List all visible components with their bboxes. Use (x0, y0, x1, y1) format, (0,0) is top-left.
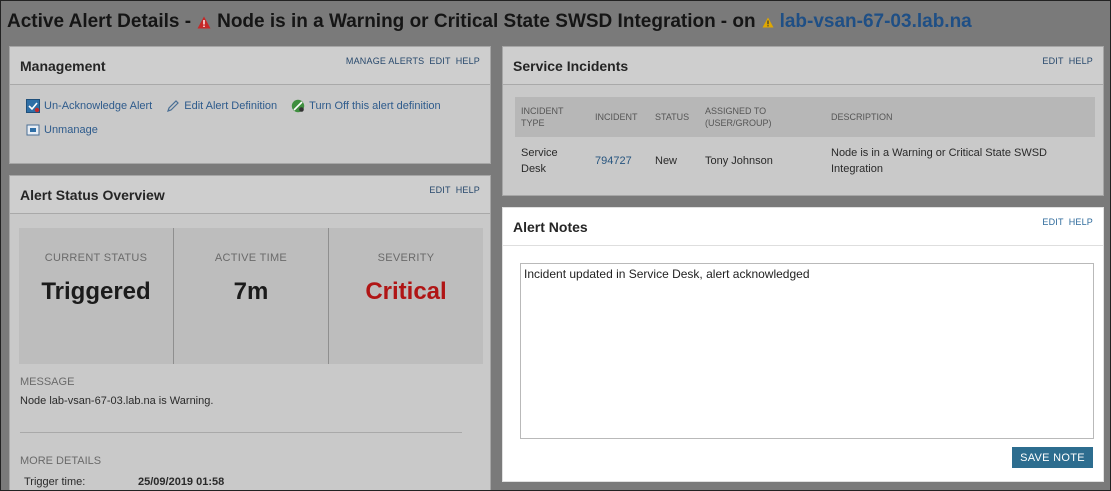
node-link[interactable]: lab-vsan-67-03.lab.na (780, 11, 972, 33)
management-edit-link[interactable]: EDIT (429, 56, 450, 66)
notes-textarea[interactable]: Incident updated in Service Desk, alert … (520, 263, 1094, 439)
unacknowledge-icon (26, 99, 40, 113)
edit-alert-definition-action[interactable]: Edit Alert Definition (166, 99, 277, 113)
current-status-stat: CURRENT STATUS Triggered (19, 228, 173, 364)
col-description: DESCRIPTION (825, 97, 1095, 137)
incidents-header-links: EDIT HELP (1042, 56, 1093, 66)
small-warning-icon (762, 17, 774, 28)
message-text: Node lab-vsan-67-03.lab.na is Warning. (20, 395, 214, 407)
status-help-link[interactable]: HELP (456, 185, 480, 195)
incident-description-cell: Node is in a Warning or Critical State S… (831, 147, 1047, 175)
turn-off-alert-action[interactable]: Turn Off this alert definition (291, 99, 441, 113)
alert-status-panel: Alert Status Overview EDIT HELP CURRENT … (9, 175, 491, 490)
incidents-edit-link[interactable]: EDIT (1042, 56, 1063, 66)
notes-header-links: EDIT HELP (1042, 217, 1093, 227)
warning-triangle-icon (197, 16, 211, 29)
alert-status-header: Alert Status Overview EDIT HELP (10, 176, 490, 214)
title-prefix: Active Alert Details - (7, 11, 192, 32)
management-header: Management MANAGE ALERTS EDIT HELP (10, 47, 490, 85)
incidents-help-link[interactable]: HELP (1069, 56, 1093, 66)
management-panel: Management MANAGE ALERTS EDIT HELP Un-Ac… (9, 46, 491, 164)
service-incidents-header: Service Incidents EDIT HELP (503, 47, 1103, 85)
unacknowledge-label: Un-Acknowledge Alert (44, 100, 153, 112)
alert-notes-title: Alert Notes (513, 218, 588, 235)
active-time-label: ACTIVE TIME (214, 252, 288, 264)
management-help-link[interactable]: HELP (456, 56, 480, 66)
manage-alerts-link[interactable]: MANAGE ALERTS (346, 56, 424, 66)
alert-status-header-links: EDIT HELP (429, 185, 480, 195)
title-alert-name: Node is in a Warning or Critical State S… (217, 11, 716, 32)
incidents-header-row: INCIDENT TYPE INCIDENT STATUS ASSIGNED TO… (515, 97, 1095, 137)
edit-alert-definition-label: Edit Alert Definition (184, 100, 278, 112)
unmanage-label: Unmanage (44, 124, 98, 136)
alert-notes-header: Alert Notes EDIT HELP (503, 208, 1103, 246)
incident-status-cell: New (655, 155, 678, 167)
status-edit-link[interactable]: EDIT (429, 185, 450, 195)
unacknowledge-alert-action[interactable]: Un-Acknowledge Alert (26, 99, 152, 113)
severity-stat: SEVERITY Critical (328, 228, 483, 364)
unmanage-action[interactable]: Unmanage (26, 123, 98, 137)
incident-number-link[interactable]: 794727 (589, 137, 649, 185)
severity-label: SEVERITY (377, 252, 435, 264)
title-on: - on (720, 11, 756, 32)
notes-help-link[interactable]: HELP (1069, 217, 1093, 227)
service-incidents-title: Service Incidents (513, 57, 629, 74)
severity-value: Critical (365, 278, 447, 305)
pencil-icon (166, 99, 180, 113)
management-actions-2: Unmanage (10, 113, 490, 137)
current-status-label: CURRENT STATUS (44, 252, 148, 264)
incident-type-cell: Service Desk (521, 147, 558, 175)
incidents-table: INCIDENT TYPE INCIDENT STATUS ASSIGNED TO… (515, 97, 1095, 185)
alert-details-window: Active Alert Details - Node is in a Warn… (0, 0, 1111, 491)
management-header-links: MANAGE ALERTS EDIT HELP (346, 56, 480, 66)
table-row: Service Desk 794727 New Tony Johnson Node… (515, 137, 1095, 185)
incident-assigned-cell: Tony Johnson (705, 155, 773, 167)
active-time-value: 7m (233, 278, 269, 305)
management-title: Management (20, 57, 106, 74)
notes-edit-link[interactable]: EDIT (1042, 217, 1063, 227)
message-label: MESSAGE (20, 376, 75, 388)
trigger-time-label: Trigger time: (24, 476, 86, 488)
trigger-time-value: 25/09/2019 01:58 (138, 476, 225, 488)
page-title: Active Alert Details - Node is in a Warn… (7, 9, 972, 35)
management-actions: Un-Acknowledge Alert Edit Alert Definiti… (10, 85, 490, 113)
col-incident: INCIDENT (589, 97, 649, 137)
current-status-value: Triggered (41, 278, 151, 305)
more-details-label: MORE DETAILS (20, 455, 102, 467)
col-status: STATUS (649, 97, 699, 137)
turn-off-icon (291, 99, 305, 113)
save-note-button[interactable]: SAVE NOTE (1012, 447, 1093, 468)
active-time-stat: ACTIVE TIME 7m (173, 228, 328, 364)
alert-status-title: Alert Status Overview (20, 186, 165, 203)
turn-off-label: Turn Off this alert definition (309, 100, 441, 112)
service-incidents-panel: Service Incidents EDIT HELP INCIDENT TYPE… (502, 46, 1104, 196)
status-summary: CURRENT STATUS Triggered ACTIVE TIME 7m … (19, 228, 483, 364)
section-divider (20, 432, 462, 433)
unmanage-icon (26, 123, 40, 137)
col-assigned: ASSIGNED TO (USER/GROUP) (699, 97, 825, 137)
col-incident-type: INCIDENT TYPE (515, 97, 589, 137)
alert-notes-panel: Alert Notes EDIT HELP Incident updated i… (502, 207, 1104, 482)
